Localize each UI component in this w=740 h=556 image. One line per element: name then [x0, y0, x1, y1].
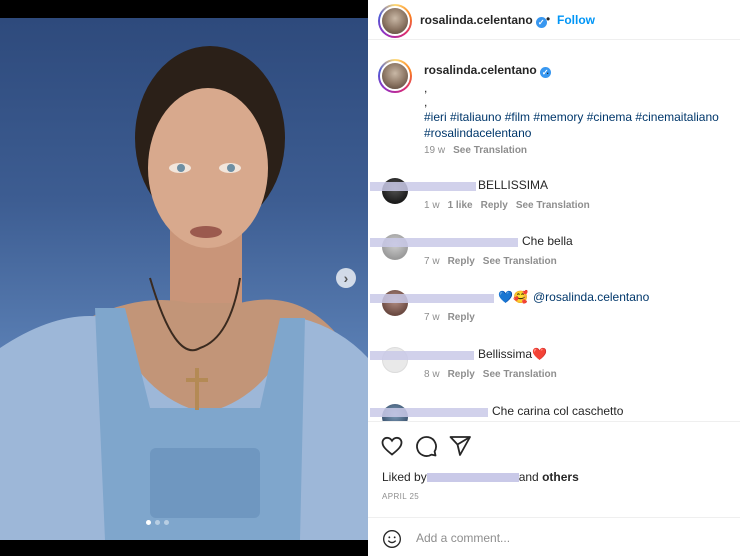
portrait-illustration	[0, 46, 368, 540]
caption-username-link[interactable]: rosalinda.celentano ✓	[424, 63, 551, 78]
caption-meta: 19 w See Translation	[424, 145, 527, 156]
header-separator: •	[546, 12, 551, 26]
comment-text: Che carina col caschetto	[492, 404, 624, 418]
follow-button[interactable]: Follow	[557, 13, 595, 27]
comment-meta: 8 w Reply See Translation	[424, 369, 557, 380]
caption-time: 19 w	[424, 145, 446, 156]
see-translation-button[interactable]: See Translation	[453, 145, 527, 156]
comment-meta: 7 w Reply See Translation	[424, 256, 557, 267]
redacted-username	[370, 351, 474, 360]
comment-time: 7 w	[424, 312, 440, 323]
post-media: ›	[0, 0, 368, 556]
author-avatar[interactable]	[378, 4, 412, 38]
comment-bubble-icon[interactable]	[414, 434, 438, 458]
next-slide-button[interactable]: ›	[336, 268, 356, 288]
comment-item: BELLISSIMA 1 w 1 like Reply See Translation	[368, 178, 740, 232]
caption-line: ,	[424, 95, 428, 109]
post-header: rosalinda.celentano ✓ • Follow	[368, 0, 740, 40]
comment-meta: 7 w Reply	[424, 312, 475, 323]
liked-by-others-link[interactable]: others	[542, 470, 579, 484]
post-actions: Liked by and others APRIL 25	[368, 421, 740, 517]
redacted-username	[370, 238, 518, 247]
caption-line: ,	[424, 81, 428, 95]
liked-by: Liked by and others	[382, 470, 579, 484]
comment-item: 💙🥰 @rosalinda.celentano 7 w Reply	[368, 290, 740, 344]
reply-button[interactable]: Reply	[481, 200, 508, 211]
author-username-link[interactable]: rosalinda.celentano ✓	[420, 13, 547, 28]
comment-text: Bellissima❤️	[478, 347, 547, 361]
author-username[interactable]: rosalinda.celentano	[420, 13, 533, 27]
carousel-dot	[164, 520, 169, 525]
comment-input[interactable]	[416, 528, 716, 548]
carousel-dot	[155, 520, 160, 525]
caption-username[interactable]: rosalinda.celentano	[424, 63, 537, 77]
comment-text: BELLISSIMA	[478, 178, 549, 192]
post-panel: rosalinda.celentano ✓ • Follow rosalinda.…	[368, 0, 740, 556]
comment-time: 1 w	[424, 200, 440, 211]
liked-by-prefix: Liked by	[382, 470, 427, 484]
caption-text: .	[546, 63, 550, 77]
paper-plane-icon[interactable]	[448, 434, 472, 458]
see-translation-button[interactable]: See Translation	[483, 256, 557, 267]
liked-by-and: and	[518, 470, 539, 484]
smiley-icon[interactable]	[382, 529, 402, 549]
carousel-dot	[146, 520, 151, 525]
redacted-username	[370, 294, 494, 303]
comments-scroll-area[interactable]: rosalinda.celentano ✓ . , , #ieri #italia…	[368, 41, 740, 421]
redacted-username	[370, 408, 488, 417]
comment-text: Che bella	[522, 234, 573, 248]
reply-button[interactable]: Reply	[448, 312, 475, 323]
comment-time: 7 w	[424, 256, 440, 267]
post-photo	[0, 18, 368, 540]
see-translation-button[interactable]: See Translation	[516, 200, 590, 211]
comment-item: Che carina col caschetto	[368, 404, 740, 421]
comment-emoji: 💙🥰	[498, 290, 528, 304]
comment-time: 8 w	[424, 369, 440, 380]
comment-item: Bellissima❤️ 8 w Reply See Translation	[368, 347, 740, 401]
see-translation-button[interactable]: See Translation	[483, 369, 557, 380]
chevron-right-icon: ›	[343, 270, 349, 286]
post-date[interactable]: APRIL 25	[382, 492, 419, 501]
reply-button[interactable]: Reply	[448, 369, 475, 380]
redacted-liker	[426, 473, 519, 482]
comment-mention[interactable]: @rosalinda.celentano	[533, 290, 649, 304]
reply-button[interactable]: Reply	[448, 256, 475, 267]
caption-avatar[interactable]	[378, 59, 412, 93]
heart-icon[interactable]	[380, 434, 404, 458]
redacted-username	[370, 182, 476, 191]
comment-composer	[368, 517, 740, 556]
carousel-dots	[146, 520, 169, 525]
comment-item: Che bella 7 w Reply See Translation	[368, 234, 740, 288]
comment-likes[interactable]: 1 like	[448, 200, 473, 211]
comment-meta: 1 w 1 like Reply See Translation	[424, 200, 590, 211]
caption-hashtags[interactable]: #ieri #italiauno #film #memory #cinema #…	[424, 109, 729, 141]
